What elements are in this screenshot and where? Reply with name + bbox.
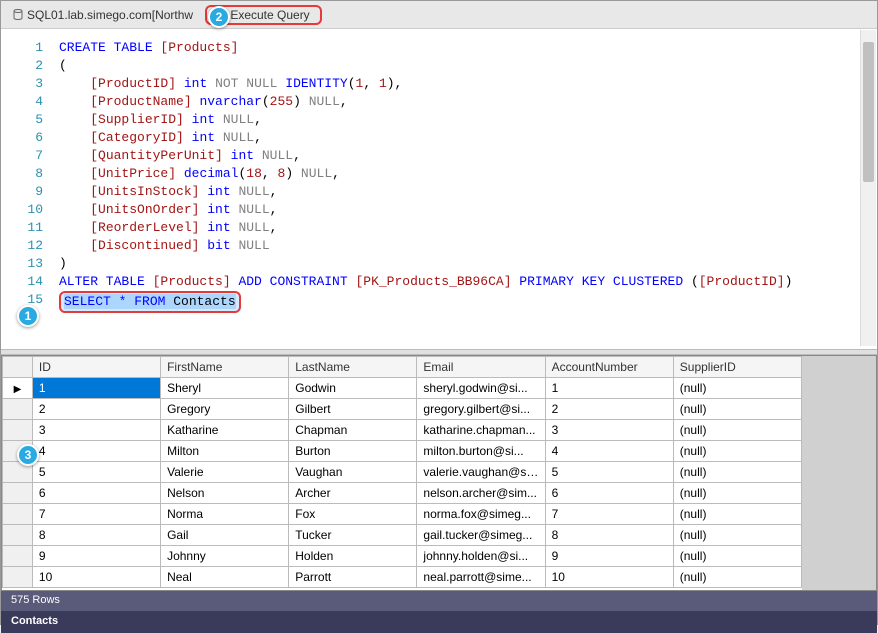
- col-supplierid[interactable]: SupplierID: [673, 357, 801, 378]
- table-row[interactable]: 2GregoryGilbertgregory.gilbert@si...2(nu…: [3, 399, 802, 420]
- table-row[interactable]: ▶1SherylGodwinsheryl.godwin@si...1(null): [3, 378, 802, 399]
- result-tab-label: Contacts: [11, 615, 58, 627]
- results-grid: IDFirstNameLastNameEmailAccountNumberSup…: [1, 355, 877, 591]
- table-row[interactable]: 9JohnnyHoldenjohnny.holden@si...9(null): [3, 546, 802, 567]
- execute-label: Execute Query: [230, 8, 309, 22]
- sql-editor[interactable]: 123456789101112131415 CREATE TABLE [Prod…: [1, 29, 877, 349]
- line-gutter: 123456789101112131415: [1, 29, 51, 349]
- table-row[interactable]: 4MiltonBurtonmilton.burton@si...4(null): [3, 441, 802, 462]
- status-bar: 575 Rows: [1, 591, 877, 611]
- table-row[interactable]: 3KatharineChapmankatharine.chapman...3(n…: [3, 420, 802, 441]
- callout-2: 2: [208, 6, 230, 28]
- scrollbar-thumb[interactable]: [863, 42, 874, 182]
- col-firstname[interactable]: FirstName: [161, 357, 289, 378]
- row-count: 575 Rows: [11, 594, 60, 606]
- table-row[interactable]: 10NealParrottneal.parrott@sime...10(null…: [3, 567, 802, 588]
- callout-1: 1: [17, 305, 39, 327]
- col-lastname[interactable]: LastName: [289, 357, 417, 378]
- database-icon: [13, 9, 23, 21]
- results-table[interactable]: IDFirstNameLastNameEmailAccountNumberSup…: [2, 356, 802, 588]
- toolbar: SQL01.lab.simego.com[Northw 2 ▶ Execute …: [1, 1, 877, 29]
- result-tab[interactable]: Contacts: [1, 611, 877, 633]
- col-email[interactable]: Email: [417, 357, 545, 378]
- grid-empty-area: [802, 355, 877, 591]
- callout-3: 3: [17, 444, 39, 466]
- table-row[interactable]: 7NormaFoxnorma.fox@simeg...7(null): [3, 504, 802, 525]
- connection-label: SQL01.lab.simego.com[Northw: [27, 8, 193, 22]
- col-accountnumber[interactable]: AccountNumber: [545, 357, 673, 378]
- code-area[interactable]: CREATE TABLE [Products]( [ProductID] int…: [51, 29, 792, 349]
- table-row[interactable]: 8GailTuckergail.tucker@simeg...8(null): [3, 525, 802, 546]
- table-row[interactable]: 6NelsonArchernelson.archer@sim...6(null): [3, 483, 802, 504]
- editor-scrollbar[interactable]: [860, 30, 876, 346]
- table-row[interactable]: 5ValerieVaughanvalerie.vaughan@si...5(nu…: [3, 462, 802, 483]
- col-id[interactable]: ID: [32, 357, 160, 378]
- connection-tab[interactable]: SQL01.lab.simego.com[Northw: [5, 4, 201, 26]
